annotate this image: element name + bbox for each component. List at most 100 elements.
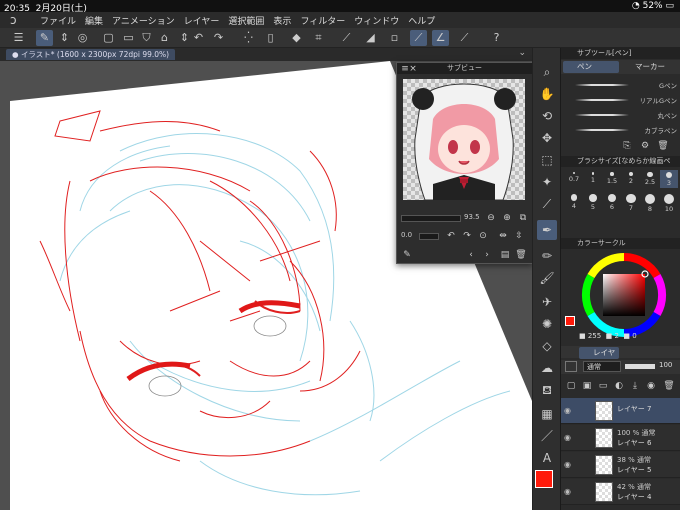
import-image-icon[interactable]: ▤ <box>499 249 511 261</box>
rotation-slider[interactable] <box>419 233 439 240</box>
blend-tool-icon[interactable]: ☁ <box>537 358 557 378</box>
clip-studio-icon[interactable]: ◎ <box>74 30 91 46</box>
menu-item[interactable]: 編集 <box>85 14 103 27</box>
fit-icon[interactable]: ⧉ <box>517 212 529 224</box>
tool-extra-icon[interactable]: ⟋ <box>456 30 473 46</box>
brush-size-option[interactable]: 1 <box>584 170 602 188</box>
flip-vertical-icon[interactable]: ⇳ <box>513 230 525 242</box>
brush-size-option[interactable]: 1.5 <box>603 170 621 188</box>
close-icon[interactable]: × <box>407 63 419 75</box>
new-layer-icon[interactable]: ▢ <box>565 380 577 392</box>
eyedropper-icon[interactable]: ✎ <box>401 249 413 261</box>
eyedropper-tool-icon[interactable]: ⟋ <box>537 194 557 214</box>
document-tab[interactable]: ● イラスト* (1600 x 2300px 72dpi 99.0%) <box>6 49 176 60</box>
line-correction-icon[interactable]: ⟋ <box>410 30 427 46</box>
gradient-tool-icon[interactable]: ▦ <box>537 404 557 424</box>
color-indicator[interactable] <box>565 316 575 326</box>
ruler-icon[interactable]: ⟋ <box>338 30 355 46</box>
menu-item[interactable]: レイヤー <box>184 14 220 27</box>
menu-item[interactable]: ファイル <box>40 14 76 27</box>
eraser-tool-icon[interactable]: ◇ <box>537 336 557 356</box>
fill-layer-icon[interactable]: ◢ <box>362 30 379 46</box>
decoration-tool-icon[interactable]: ✺ <box>537 314 557 334</box>
brush-size-option[interactable]: 6 <box>603 192 621 211</box>
zoom-in-icon[interactable]: ⊕ <box>501 212 513 224</box>
pen-tool-icon[interactable]: ✒ <box>537 220 557 240</box>
menu-item[interactable]: 選択範囲 <box>228 14 264 27</box>
stepper-icon[interactable]: ⇕ <box>56 30 73 46</box>
layer-property-icon[interactable] <box>565 361 577 372</box>
rotate-left-icon[interactable]: ↶ <box>445 230 457 242</box>
menu-item[interactable]: 表示 <box>273 14 291 27</box>
delete-image-icon[interactable]: 🗑 <box>515 249 527 261</box>
deselect-icon[interactable]: ⁛ <box>240 30 257 46</box>
selection-tool-icon[interactable]: ⬚ <box>537 150 557 170</box>
pen-item[interactable]: Gペン <box>561 78 680 91</box>
delete-layer-icon[interactable]: 🗑 <box>663 380 675 392</box>
save-icon[interactable]: ⛉ <box>138 30 155 46</box>
merge-icon[interactable]: ⤓ <box>629 380 641 392</box>
brush-size-option[interactable]: 10 <box>660 192 678 213</box>
brush-size-option[interactable]: 2.5 <box>641 170 659 188</box>
brush-size-option[interactable]: 5 <box>584 192 602 211</box>
color-wheel[interactable] <box>581 252 667 338</box>
transform-icon[interactable]: ⌗ <box>310 30 327 46</box>
main-color-swatch[interactable] <box>535 470 553 488</box>
help-icon[interactable]: ? <box>488 30 505 46</box>
text-tool-icon[interactable]: A <box>537 448 557 468</box>
subtool-copy-icon[interactable]: ⎘ <box>621 140 633 152</box>
eye-icon[interactable]: ◉ <box>564 433 574 442</box>
clear-icon[interactable]: ▯ <box>262 30 279 46</box>
fill-tool-icon[interactable]: ⛾ <box>537 380 557 400</box>
new-folder-icon[interactable]: ▭ <box>597 380 609 392</box>
prev-image-icon[interactable]: ‹ <box>465 249 477 261</box>
layer-row[interactable]: ◉ 42 % 通常 レイヤー 4 <box>561 479 680 505</box>
menu-item[interactable]: フィルター <box>300 14 345 27</box>
flip-horizontal-icon[interactable]: ⇹ <box>497 230 509 242</box>
layer-row[interactable]: ◉ 38 % 通常 レイヤー 5 <box>561 452 680 478</box>
reset-rotation-icon[interactable]: ⊙ <box>477 230 489 242</box>
lock-icon[interactable]: ◉ <box>645 380 657 392</box>
chevron-down-icon[interactable]: ⌄ <box>518 48 526 58</box>
menu-item[interactable]: ヘルプ <box>408 14 435 27</box>
brush-size-option[interactable]: 2 <box>622 170 640 188</box>
new-file-icon[interactable]: ▢ <box>100 30 117 46</box>
brush-size-option[interactable]: 3 <box>660 170 678 188</box>
hand-tool-icon[interactable]: ✋ <box>537 84 557 104</box>
brush-size-option[interactable]: 0.7 <box>565 170 583 188</box>
eye-icon[interactable]: ◉ <box>564 487 574 496</box>
eye-icon[interactable]: ◉ <box>564 406 574 415</box>
pen-item[interactable]: カブラペン <box>561 123 680 136</box>
pencil-tool-icon[interactable]: ✏ <box>537 246 557 266</box>
brush-cursor-icon[interactable]: ✎ <box>36 30 53 46</box>
stabilizer-icon[interactable]: ∠ <box>432 30 449 46</box>
zoom-tool-icon[interactable]: ⌕ <box>537 62 557 82</box>
opacity-slider[interactable] <box>625 364 655 369</box>
brush-size-option[interactable]: 8 <box>641 192 659 213</box>
figure-tool-icon[interactable]: ／ <box>537 426 557 446</box>
redo-icon[interactable]: ↷ <box>210 30 227 46</box>
blank-icon[interactable]: ▫ <box>386 30 403 46</box>
eye-icon[interactable]: ◉ <box>564 460 574 469</box>
subtool-settings-icon[interactable]: ⚙ <box>639 140 651 152</box>
magic-wand-icon[interactable]: ✦ <box>537 172 557 192</box>
move-tool-icon[interactable]: ✥ <box>537 128 557 148</box>
next-image-icon[interactable]: › <box>481 249 493 261</box>
operation-tool-icon[interactable]: ⟲ <box>537 106 557 126</box>
tab-layers[interactable]: レイヤー <box>579 347 619 369</box>
export-icon[interactable]: ⌂ <box>156 30 173 46</box>
tab-pen[interactable]: ペン <box>563 61 619 73</box>
hamburger-menu-icon[interactable]: ☰ <box>10 30 27 46</box>
layer-row[interactable]: ◉ レイヤー 7 <box>561 398 680 424</box>
undo-icon[interactable]: ↶ <box>190 30 207 46</box>
airbrush-tool-icon[interactable]: ✈ <box>537 292 557 312</box>
layer-row[interactable]: ◉ 100 % 通常 レイヤー 6 <box>561 425 680 451</box>
brush-size-option[interactable]: 7 <box>622 192 640 212</box>
brush-tool-icon[interactable]: 🖌 <box>537 268 557 288</box>
pen-item[interactable]: 丸ペン <box>561 108 680 121</box>
blend-mode-select[interactable]: 通常 <box>583 361 621 372</box>
mask-icon[interactable]: ◐ <box>613 380 625 392</box>
rotate-right-icon[interactable]: ↷ <box>461 230 473 242</box>
tab-marker[interactable]: マーカー <box>621 61 677 73</box>
app-logo-icon[interactable]: ↄ <box>10 13 24 27</box>
